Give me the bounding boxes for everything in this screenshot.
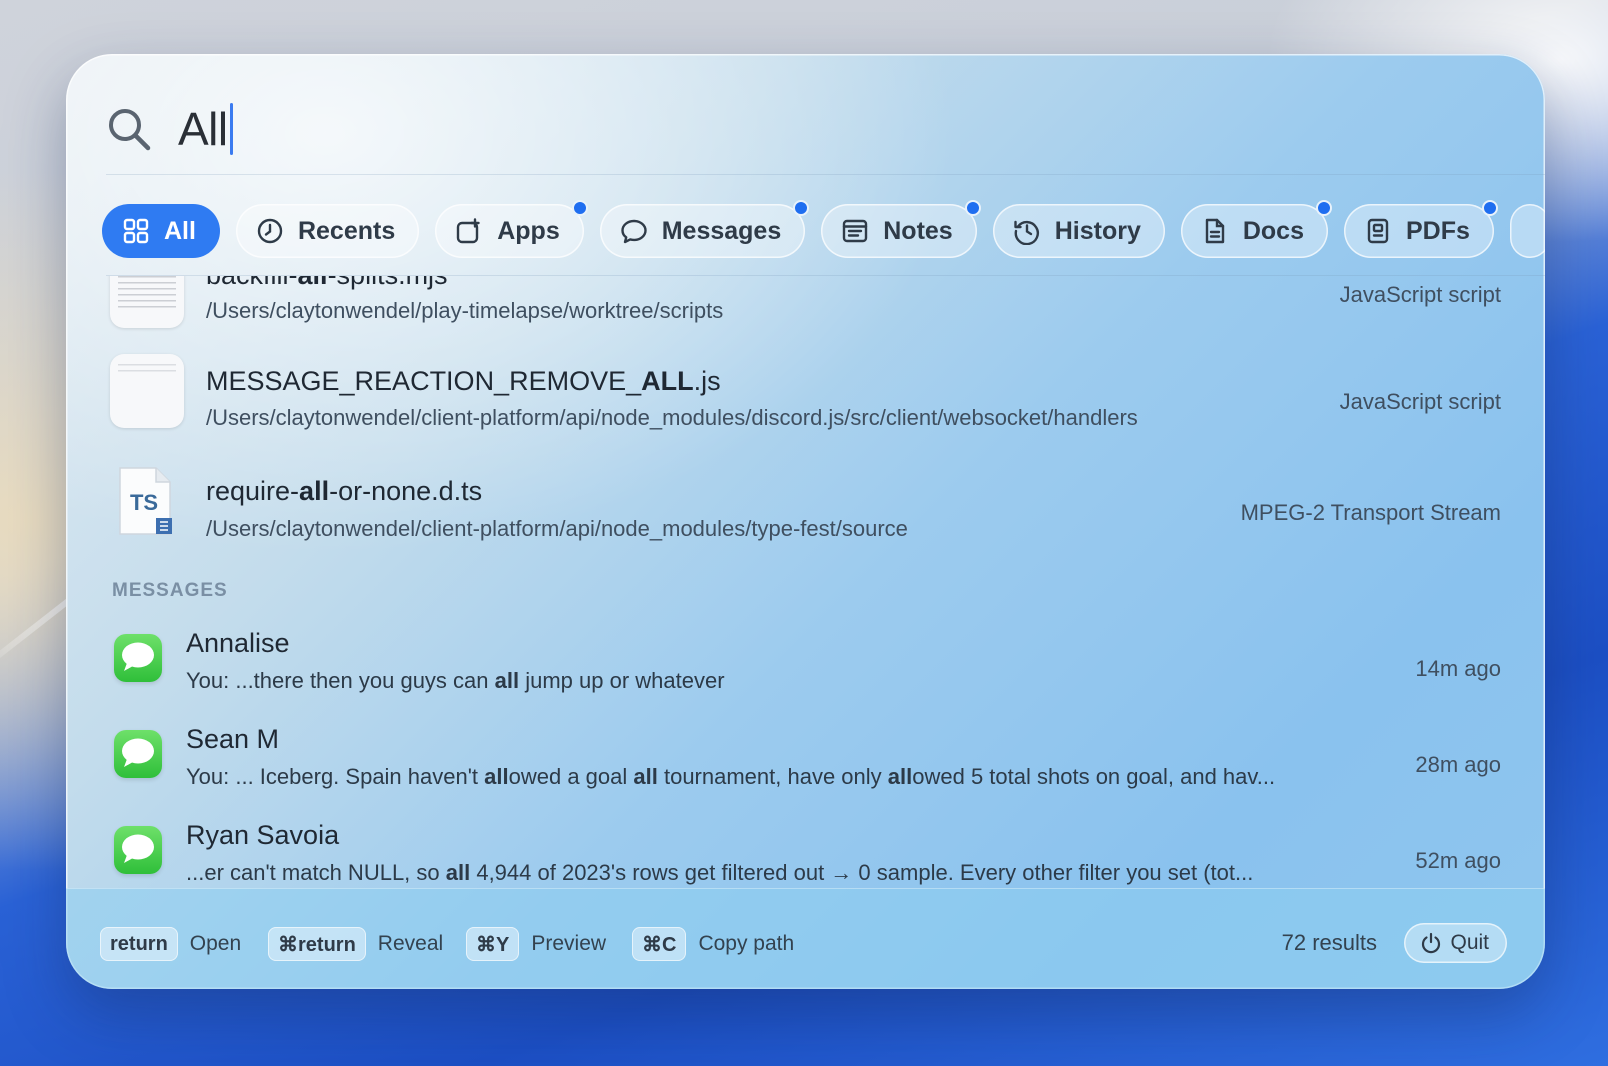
sender-name: Ryan Savoia (186, 820, 340, 850)
message-snippet: ...er can't match NULL, so all 4,944 of … (186, 860, 1254, 885)
messages-app-icon (114, 730, 162, 778)
history-icon (1014, 220, 1039, 245)
pdf-icon (1367, 218, 1389, 244)
file-path: /Users/claytonwendel/play-timelapse/work… (206, 298, 724, 323)
power-icon (1422, 932, 1441, 954)
file-name: require-all-or-none.d.ts (206, 476, 483, 506)
tab-label: Messages (661, 216, 782, 245)
chat-bubble-icon (621, 219, 647, 244)
tab-label: Apps (497, 216, 560, 245)
message-time: 14m ago (1415, 656, 1501, 681)
spotlight-panel: All All Recents Apps Messages Notes Hist… (66, 54, 1545, 989)
search-bar[interactable]: All (106, 84, 1505, 174)
unread-dot (1481, 200, 1498, 216)
search-divider (106, 174, 1545, 175)
message-time: 52m ago (1415, 848, 1501, 873)
shortcut-label: Copy path (698, 932, 795, 955)
file-kind: JavaScript script (1339, 282, 1501, 307)
tab-history[interactable]: History (992, 204, 1165, 258)
typescript-file-icon: TS (119, 467, 172, 535)
message-snippet: You: ... Iceberg. Spain haven't allowed … (186, 764, 1276, 789)
messages-app-icon (114, 826, 162, 874)
search-input[interactable]: All (178, 102, 233, 156)
grid-icon (123, 218, 149, 244)
file-name: MESSAGE_REACTION_REMOVE_ALL.js (206, 366, 721, 396)
message-result-row[interactable]: Sean M You: ... Iceberg. Spain haven't a… (66, 712, 1545, 804)
clock-icon (257, 218, 283, 244)
tab-label: Docs (1242, 216, 1304, 245)
section-header-messages: MESSAGES (112, 580, 228, 601)
tab-docs[interactable]: Docs (1180, 200, 1332, 258)
shortcut-footer: return Open ⌘return Reveal ⌘Y Preview ⌘C… (66, 888, 1545, 989)
message-snippet: You: ...there then you guys can all jump… (186, 668, 725, 693)
hint-preview[interactable]: ⌘Y Preview (466, 927, 606, 961)
tab-pdfs[interactable]: PDFs (1344, 200, 1498, 258)
category-tabs: All Recents Apps Messages Notes History … (102, 200, 1545, 260)
quit-label: Quit (1450, 931, 1489, 954)
tab-all[interactable]: All (102, 204, 220, 258)
tab-recents[interactable]: Recents (235, 204, 420, 258)
unread-dot (571, 200, 588, 216)
sender-name: Sean M (186, 724, 280, 754)
tab-label: All (164, 216, 196, 245)
messages-app-icon (114, 634, 162, 682)
results-count: 72 results (1281, 930, 1377, 955)
tab-label: Recents (297, 216, 396, 245)
hint-copy-path[interactable]: ⌘C Copy path (632, 927, 794, 961)
tab-messages[interactable]: Messages (599, 200, 810, 258)
tab-label: History (1054, 216, 1141, 245)
shortcut-key: ⌘return (268, 927, 366, 961)
document-icon (1205, 218, 1225, 244)
unread-dot (793, 200, 810, 216)
message-result-row[interactable]: Ryan Savoia ...er can't match NULL, so a… (66, 808, 1545, 900)
search-query: All (178, 103, 228, 155)
tab-apps[interactable]: Apps (435, 200, 588, 258)
results-list: backfill-all-splits.mjs /Users/claytonwe… (66, 276, 1545, 966)
unread-dot (964, 200, 981, 216)
shortcut-key: return (100, 927, 178, 961)
tab-overflow[interactable] (1509, 204, 1545, 258)
quit-button[interactable]: Quit (1404, 923, 1507, 963)
file-path: /Users/claytonwendel/client-platform/api… (206, 516, 908, 541)
tab-label: Notes (883, 216, 953, 245)
file-result-row[interactable]: backfill-all-splits.mjs /Users/claytonwe… (66, 276, 1545, 344)
app-icon (457, 218, 480, 244)
hint-reveal[interactable]: ⌘return Reveal (268, 927, 443, 961)
file-result-row[interactable]: MESSAGE_REACTION_REMOVE_ALL.js /Users/cl… (66, 344, 1545, 452)
hint-open[interactable]: return Open (100, 927, 241, 961)
shortcut-key: ⌘Y (466, 927, 520, 961)
file-kind: JavaScript script (1339, 389, 1501, 414)
svg-text:TS: TS (130, 490, 158, 515)
shortcut-label: Preview (531, 932, 607, 955)
script-file-icon (110, 354, 184, 428)
file-result-row[interactable]: TS require-all-or-none.d.ts /Users/clayt… (66, 456, 1545, 564)
file-kind: MPEG-2 Transport Stream (1240, 500, 1501, 525)
file-name: backfill-all-splits.mjs (206, 276, 448, 291)
file-path: /Users/claytonwendel/client-platform/api… (206, 405, 1138, 430)
shortcut-label: Open (189, 932, 242, 955)
script-file-icon (110, 276, 184, 328)
message-result-row[interactable]: Annalise You: ...there then you guys can… (66, 616, 1545, 708)
unread-dot (1316, 200, 1332, 216)
message-time: 28m ago (1415, 752, 1501, 777)
shortcut-key: ⌘C (632, 927, 687, 961)
notes-icon (843, 219, 868, 243)
sender-name: Annalise (186, 628, 290, 658)
tab-notes[interactable]: Notes (821, 200, 981, 258)
shortcut-label: Reveal (377, 932, 444, 955)
search-icon (109, 109, 151, 151)
text-caret (229, 103, 233, 155)
tab-label: PDFs (1406, 216, 1470, 245)
